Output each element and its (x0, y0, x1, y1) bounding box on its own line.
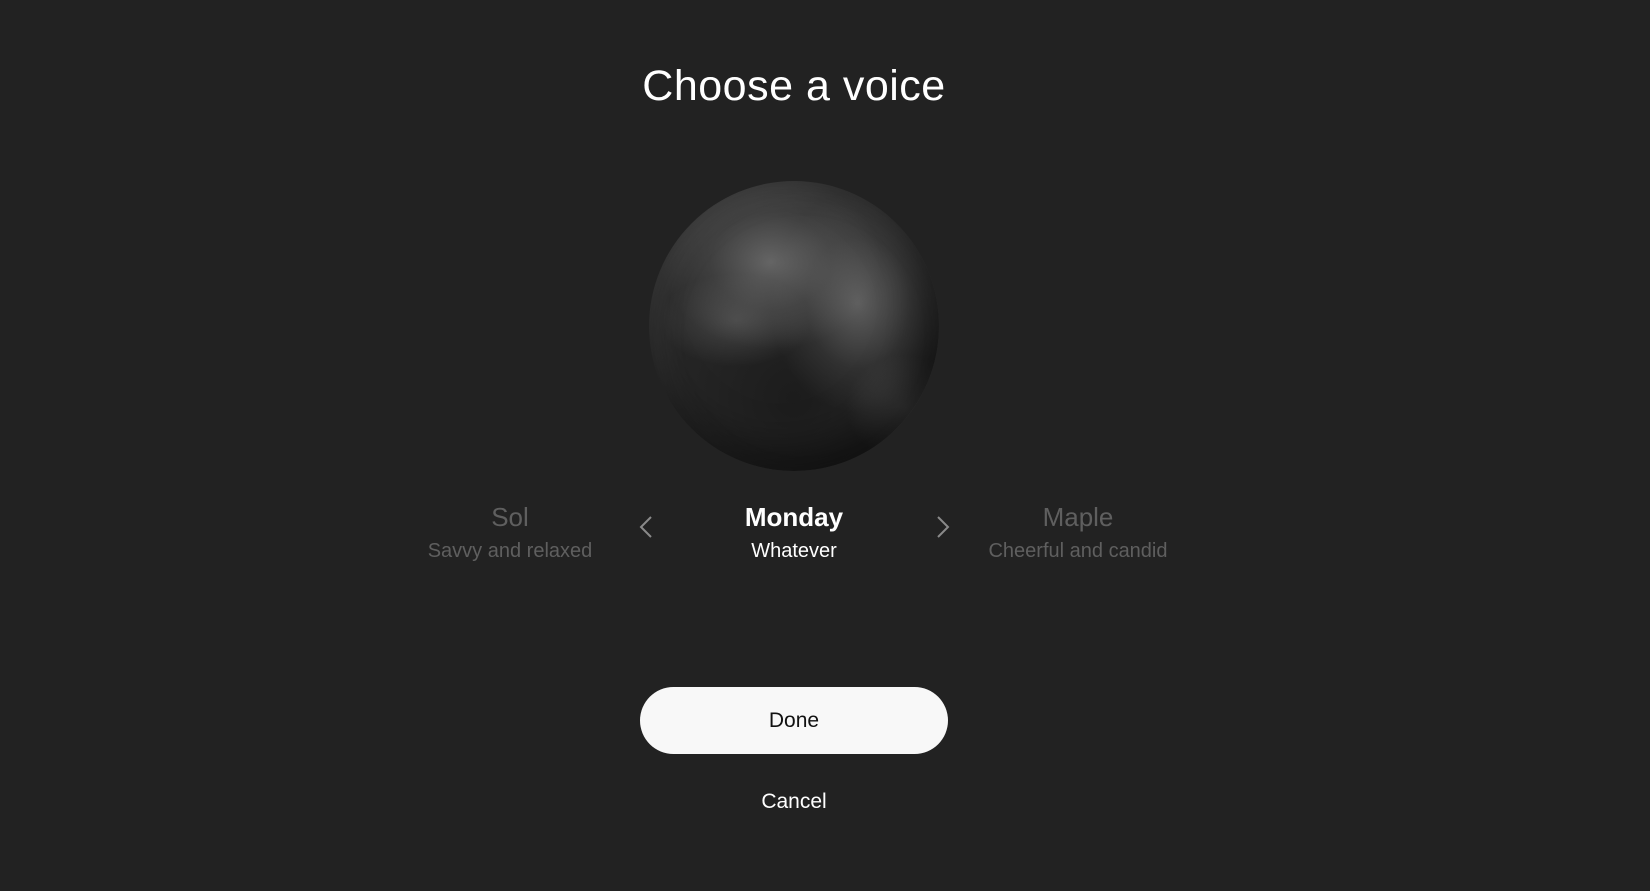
voice-description: Cheerful and candid (988, 540, 1168, 562)
done-button[interactable]: Done (640, 687, 948, 754)
previous-voice-button[interactable] (631, 512, 661, 542)
voice-option-maple[interactable]: Maple Cheerful and candid (948, 500, 1208, 568)
voice-picker-dialog: Choose a voice Sol Savvy and relaxed Mon… (0, 0, 1650, 891)
voice-orb (649, 181, 939, 471)
page-title: Choose a voice (642, 62, 946, 110)
voice-description: Savvy and relaxed (427, 540, 593, 562)
voice-option-monday[interactable]: Monday Whatever (664, 500, 924, 568)
voice-name: Sol (491, 502, 529, 532)
voice-description: Whatever (751, 540, 837, 562)
chevron-left-icon (639, 516, 652, 538)
voice-name: Maple (1042, 502, 1114, 532)
voice-option-sol[interactable]: Sol Savvy and relaxed (380, 500, 640, 568)
cancel-button[interactable]: Cancel (694, 790, 894, 814)
voice-name: Monday (744, 502, 844, 532)
